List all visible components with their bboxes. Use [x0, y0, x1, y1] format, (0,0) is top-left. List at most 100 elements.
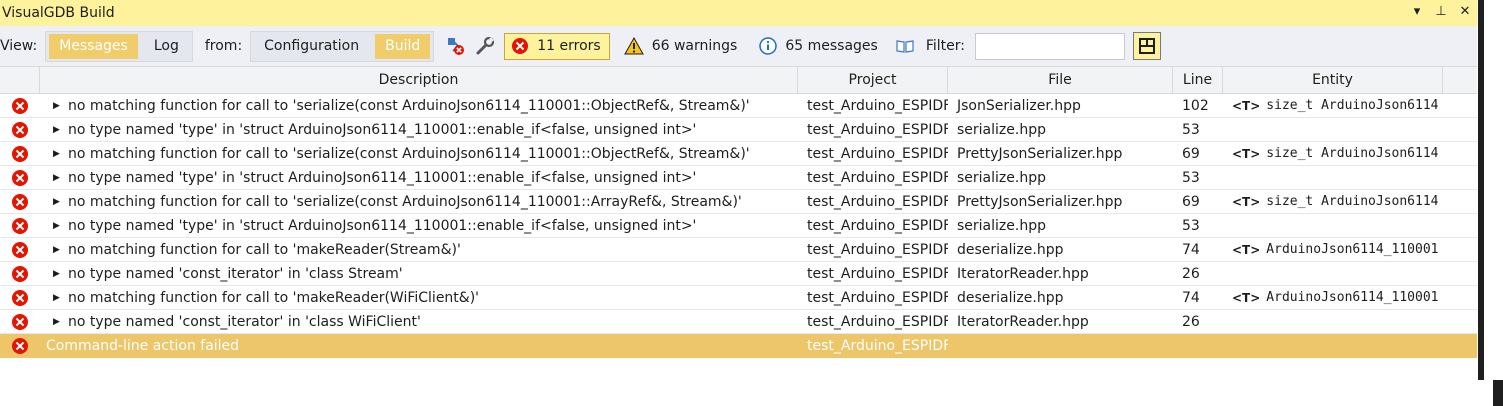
- row-project: test_Arduino_ESPIDF: [807, 97, 948, 114]
- error-icon: [511, 37, 529, 55]
- table-row[interactable]: ▶ no type named 'const_iterator' in 'clas…: [0, 262, 1477, 286]
- error-icon: [0, 313, 40, 331]
- from-build-button[interactable]: Build: [375, 33, 431, 59]
- table-row[interactable]: ▶ no type named 'const_iterator' in 'clas…: [0, 310, 1477, 334]
- description-text: no matching function for call to 'serial…: [68, 145, 750, 162]
- column-header-project[interactable]: Project: [798, 67, 948, 93]
- view-messages-button[interactable]: Messages: [49, 33, 138, 59]
- column-header-icon[interactable]: [0, 67, 40, 93]
- errors-filter-button[interactable]: 11 errors: [504, 32, 610, 60]
- messages-grid: Description Project File Line Entity ▶ no…: [0, 66, 1477, 406]
- close-icon[interactable]: ✕: [1459, 3, 1471, 21]
- row-file[interactable]: serialize.hpp: [948, 170, 1173, 186]
- row-project: test_Arduino_ESPIDF: [807, 217, 948, 234]
- vertical-scrollbar[interactable]: [1477, 0, 1503, 406]
- scrollbar-track[interactable]: [1478, 0, 1484, 380]
- row-entity: <T> size_t ArduinoJson6114: [1223, 194, 1443, 209]
- table-row[interactable]: ▶ no matching function for call to 'seria…: [0, 190, 1477, 214]
- table-row[interactable]: ▶ no type named 'type' in 'struct Arduino…: [0, 214, 1477, 238]
- expand-arrow-icon[interactable]: ▶: [53, 269, 63, 279]
- row-project: test_Arduino_ESPIDF: [807, 145, 948, 162]
- error-icon: [0, 97, 40, 115]
- column-header-file[interactable]: File: [948, 67, 1173, 93]
- expand-arrow-icon[interactable]: ▶: [53, 221, 63, 231]
- layout-toggle-button[interactable]: [1132, 32, 1161, 60]
- expand-arrow-icon[interactable]: ▶: [53, 101, 63, 111]
- row-line: 74: [1182, 289, 1200, 306]
- messages-count: 65 messages: [785, 38, 878, 54]
- dropdown-icon[interactable]: ▾: [1411, 3, 1423, 21]
- row-project: test_Arduino_ESPIDF: [807, 169, 948, 186]
- row-file[interactable]: PrettyJsonSerializer.hpp: [948, 194, 1173, 210]
- row-file[interactable]: deserialize.hpp: [948, 290, 1173, 306]
- row-file[interactable]: deserialize.hpp: [948, 242, 1173, 258]
- description-text: no type named 'type' in 'struct ArduinoJ…: [68, 121, 697, 138]
- book-icon[interactable]: [894, 35, 916, 57]
- row-line: 53: [1182, 121, 1200, 138]
- table-row[interactable]: ▶Command-line action failed test_Arduino_…: [0, 334, 1477, 358]
- filter-input[interactable]: [974, 32, 1125, 60]
- table-row[interactable]: ▶ no type named 'type' in 'struct Arduino…: [0, 118, 1477, 142]
- from-switch: Configuration Build: [250, 30, 435, 62]
- row-description: ▶ no matching function for call to 'makeR…: [40, 242, 798, 258]
- row-description: ▶ no matching function for call to 'makeR…: [40, 290, 798, 306]
- description-text: no type named 'const_iterator' in 'class…: [68, 313, 421, 330]
- entity-text: size_t ArduinoJson6114: [1266, 98, 1439, 113]
- expand-arrow-icon[interactable]: ▶: [53, 293, 63, 303]
- toolbar: View: Messages Log from: Configuration B…: [0, 26, 1477, 66]
- view-log-button[interactable]: Log: [144, 34, 189, 59]
- from-configuration-button[interactable]: Configuration: [254, 34, 369, 59]
- row-description: ▶ no matching function for call to 'seria…: [40, 194, 798, 210]
- column-header-line[interactable]: Line: [1173, 67, 1223, 93]
- table-row[interactable]: ▶ no type named 'type' in 'struct Arduino…: [0, 166, 1477, 190]
- row-line: 102: [1182, 97, 1209, 114]
- column-header-entity[interactable]: Entity: [1223, 67, 1443, 93]
- expand-arrow-icon[interactable]: ▶: [53, 149, 63, 159]
- row-description: ▶ no type named 'const_iterator' in 'clas…: [40, 314, 798, 330]
- row-file[interactable]: JsonSerializer.hpp: [948, 98, 1173, 114]
- column-header-description[interactable]: Description: [40, 67, 798, 93]
- window-title: VisualGDB Build: [2, 5, 115, 21]
- error-icon: [0, 145, 40, 163]
- expand-arrow-icon[interactable]: ▶: [53, 173, 63, 183]
- expand-arrow-icon[interactable]: ▶: [53, 317, 63, 327]
- pin-icon[interactable]: ⊥: [1435, 3, 1447, 21]
- filter-label: Filter:: [925, 38, 965, 54]
- expand-arrow-icon[interactable]: ▶: [53, 245, 63, 255]
- view-switch: Messages Log: [45, 30, 193, 62]
- description-text: no matching function for call to 'makeRe…: [68, 241, 461, 258]
- table-row[interactable]: ▶ no matching function for call to 'seria…: [0, 94, 1477, 118]
- warning-icon: [623, 37, 644, 55]
- error-icon: [0, 337, 40, 355]
- row-line: 69: [1182, 193, 1200, 210]
- row-description: ▶ no type named 'type' in 'struct Arduino…: [40, 122, 798, 138]
- row-project: test_Arduino_ESPIDF: [807, 338, 948, 354]
- warnings-filter-button[interactable]: 66 warnings: [618, 33, 746, 60]
- row-file[interactable]: serialize.hpp: [948, 122, 1173, 138]
- table-row[interactable]: ▶ no matching function for call to 'makeR…: [0, 238, 1477, 262]
- row-file[interactable]: PrettyJsonSerializer.hpp: [948, 146, 1173, 162]
- row-file[interactable]: IteratorReader.hpp: [948, 314, 1173, 330]
- wrench-icon[interactable]: [474, 35, 496, 57]
- entity-type-icon: <T>: [1232, 242, 1261, 257]
- row-description: ▶Command-line action failed: [40, 338, 798, 354]
- row-line: 53: [1182, 217, 1200, 234]
- messages-filter-button[interactable]: 65 messages: [753, 33, 885, 60]
- row-file[interactable]: serialize.hpp: [948, 218, 1173, 234]
- row-line: 74: [1182, 241, 1200, 258]
- row-entity: <T> ArduinoJson6114_110001: [1223, 242, 1443, 257]
- table-row[interactable]: ▶ no matching function for call to 'seria…: [0, 142, 1477, 166]
- error-icon: [0, 121, 40, 139]
- entity-type-icon: <T>: [1232, 146, 1261, 161]
- error-icon: [0, 193, 40, 211]
- entity-type-icon: <T>: [1232, 98, 1261, 113]
- error-icon: [0, 169, 40, 187]
- row-project: test_Arduino_ESPIDF: [807, 193, 948, 210]
- stop-build-icon[interactable]: [444, 35, 466, 57]
- entity-text: ArduinoJson6114_110001: [1266, 290, 1439, 305]
- description-text: no type named 'type' in 'struct ArduinoJ…: [68, 217, 697, 234]
- table-row[interactable]: ▶ no matching function for call to 'makeR…: [0, 286, 1477, 310]
- row-file[interactable]: IteratorReader.hpp: [948, 266, 1173, 282]
- expand-arrow-icon[interactable]: ▶: [53, 197, 63, 207]
- expand-arrow-icon[interactable]: ▶: [53, 125, 63, 135]
